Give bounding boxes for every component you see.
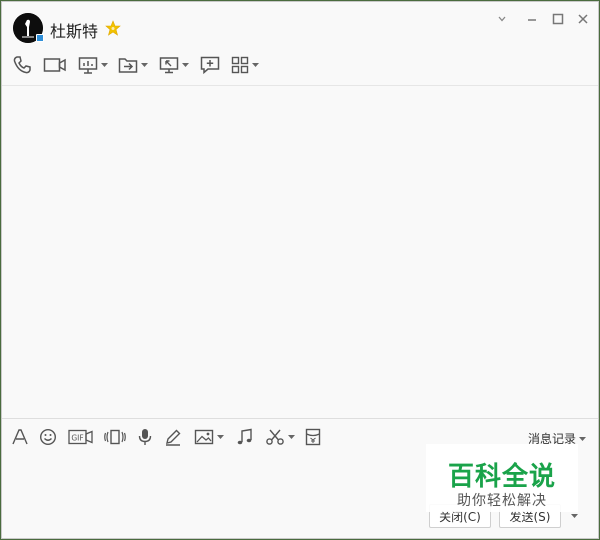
close-window-button[interactable] (574, 11, 592, 27)
monitor-arrow-icon (159, 57, 179, 74)
screenshot-button[interactable] (265, 426, 295, 448)
top-toolbar (2, 52, 598, 80)
image-button[interactable] (194, 426, 224, 448)
gif-icon: GIF (68, 429, 93, 445)
smiley-icon (39, 428, 57, 446)
voice-call-button[interactable] (12, 52, 32, 78)
emoji-button[interactable] (39, 426, 57, 448)
phone-icon (13, 56, 31, 74)
message-history-area[interactable] (2, 85, 598, 419)
handwriting-button[interactable] (164, 426, 182, 448)
microphone-icon (138, 429, 152, 445)
video-call-button[interactable] (43, 52, 67, 78)
gif-button[interactable]: GIF (68, 426, 94, 448)
caret-down-icon (141, 63, 148, 67)
image-icon (194, 429, 214, 445)
font-button[interactable] (11, 426, 29, 448)
shake-icon (104, 429, 126, 445)
scissors-icon (266, 429, 284, 445)
contact-name[interactable]: 杜斯特 (50, 18, 98, 42)
caret-down-icon (217, 435, 224, 439)
maximize-button[interactable] (549, 11, 567, 27)
red-packet-icon (305, 428, 321, 446)
voice-message-button[interactable] (137, 426, 153, 448)
caret-down-icon (288, 435, 295, 439)
close-icon (578, 14, 588, 24)
caret-down-icon (252, 63, 259, 67)
shake-button[interactable] (104, 426, 126, 448)
music-button[interactable] (236, 426, 254, 448)
caret-down-icon (570, 514, 578, 518)
title-bar: 杜斯特 (2, 2, 598, 50)
chevron-down-icon (498, 16, 506, 22)
video-camera-icon (43, 58, 66, 72)
minimize-icon (528, 19, 536, 21)
folder-arrow-icon (118, 58, 138, 73)
remote-demo-button[interactable] (78, 52, 108, 78)
chat-plus-icon (200, 56, 220, 75)
create-group-button[interactable] (200, 52, 220, 78)
caret-down-icon (579, 436, 586, 441)
send-file-button[interactable] (118, 52, 148, 78)
caret-down-icon (182, 63, 189, 67)
font-icon (12, 429, 28, 445)
gif-label: GIF (71, 434, 83, 443)
caret-down-icon (101, 63, 108, 67)
remote-desktop-button[interactable] (159, 52, 189, 78)
apps-button[interactable] (231, 52, 259, 78)
pen-icon (166, 429, 181, 446)
online-status-badge (36, 34, 44, 42)
watermark-subtitle: 助你轻松解决 (457, 493, 547, 509)
star-icon[interactable] (105, 20, 121, 36)
music-note-icon (237, 428, 252, 445)
chat-window: 杜斯特 GIF 消息记录 关闭(C) 发送(S) 百科全说 助你轻松解决 (1, 1, 599, 539)
presentation-icon (78, 57, 98, 74)
watermark: 百科全说 助你轻松解决 (426, 444, 578, 512)
watermark-title: 百科全说 (447, 462, 556, 492)
grid-icon (231, 56, 249, 74)
dropdown-button[interactable] (493, 11, 511, 27)
minimize-button[interactable] (523, 11, 541, 27)
red-packet-button[interactable] (305, 426, 321, 448)
maximize-icon (552, 13, 564, 25)
